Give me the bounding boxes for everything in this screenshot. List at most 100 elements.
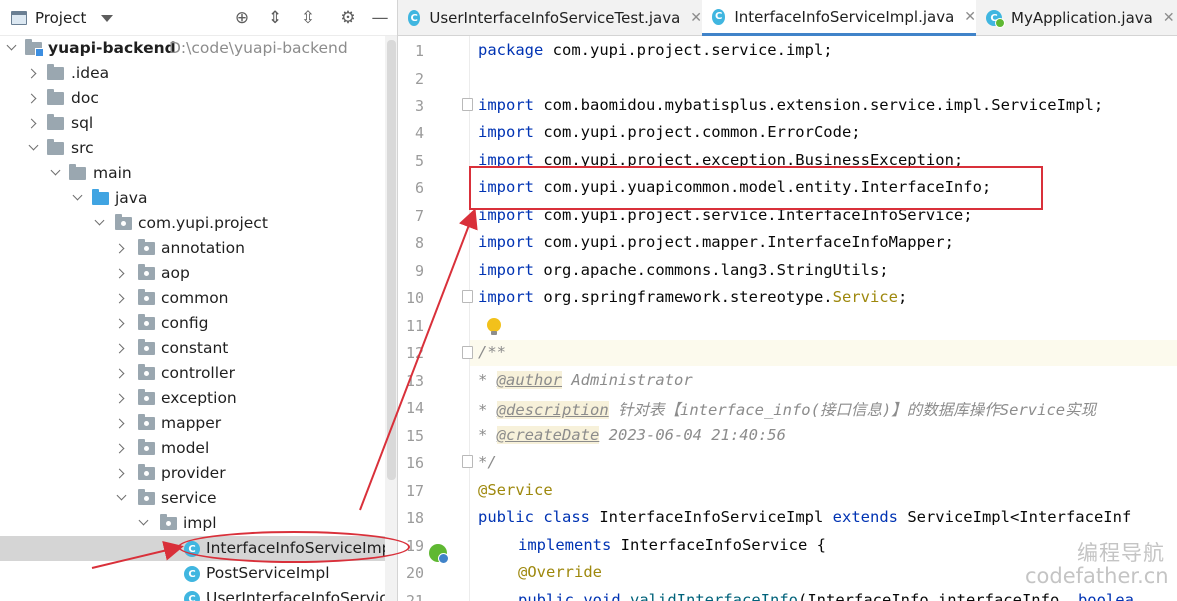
tree-item-label: .idea — [71, 64, 110, 82]
line-number: 6 — [414, 179, 424, 197]
tree-item-main[interactable]: main — [0, 161, 385, 186]
tree-scrollbar-thumb[interactable] — [387, 40, 396, 480]
fold-marker-icon[interactable] — [462, 455, 473, 468]
tree-item-annotation[interactable]: annotation — [0, 236, 385, 261]
locate-target-icon[interactable]: ⊕ — [231, 7, 253, 29]
tree-root-item[interactable]: yuapi-backend D:\code\yuapi-backend — [0, 36, 385, 61]
close-icon[interactable]: ✕ — [964, 9, 976, 25]
spring-bean-icon[interactable] — [429, 544, 449, 564]
tree-item-sql[interactable]: sql — [0, 111, 385, 136]
tree-item-label: config — [161, 314, 209, 332]
code-line-13: * @author Administrator — [478, 371, 693, 389]
tree-item-aop[interactable]: aop — [0, 261, 385, 286]
chevron-right-icon[interactable] — [115, 266, 129, 280]
tree-item-label: main — [93, 164, 132, 182]
tree-item-java[interactable]: java — [0, 186, 385, 211]
folder-icon — [47, 64, 64, 80]
line-number: 10 — [405, 289, 424, 307]
tree-item-exception[interactable]: exception — [0, 386, 385, 411]
editor-gutter[interactable]: 1 2 3 4 5 6 7 8 9 10 11 12 13 14 15 16 1… — [398, 36, 473, 601]
package-icon — [138, 489, 155, 505]
code-editor[interactable]: C UserInterfaceInfoServiceTest.java ✕ C … — [398, 0, 1177, 601]
line-number: 12 — [405, 344, 424, 362]
tree-item-service[interactable]: service — [0, 486, 385, 511]
chevron-right-icon[interactable] — [115, 391, 129, 405]
chevron-right-icon[interactable] — [27, 66, 41, 80]
tree-item-model[interactable]: model — [0, 436, 385, 461]
package-icon — [138, 439, 155, 455]
code-line-19: implements InterfaceInfoService { — [518, 536, 826, 554]
chevron-right-icon[interactable] — [115, 366, 129, 380]
tree-item-label: controller — [161, 364, 235, 382]
tree-item-doc[interactable]: doc — [0, 86, 385, 111]
tree-item-highlight-ellipse — [178, 531, 410, 563]
fold-marker-icon[interactable] — [462, 346, 473, 359]
line-number: 8 — [414, 234, 424, 252]
source-folder-icon — [92, 189, 109, 205]
chevron-down-icon[interactable] — [93, 216, 107, 230]
tree-item-controller[interactable]: controller — [0, 361, 385, 386]
tree-item-idea[interactable]: .idea — [0, 61, 385, 86]
code-line-12: /** — [478, 343, 506, 361]
line-number: 18 — [405, 509, 424, 527]
project-view-selector[interactable]: Project — [35, 9, 86, 27]
tab-userinterfaceinfoservicetest[interactable]: C UserInterfaceInfoServiceTest.java ✕ — [398, 0, 702, 36]
chevron-down-icon[interactable] — [27, 141, 41, 155]
tree-item-common[interactable]: common — [0, 286, 385, 311]
line-number: 14 — [405, 399, 424, 417]
close-icon[interactable]: ✕ — [690, 10, 702, 26]
tree-item-package-root[interactable]: com.yupi.project — [0, 211, 385, 236]
tree-item-config[interactable]: config — [0, 311, 385, 336]
chevron-right-icon[interactable] — [115, 316, 129, 330]
code-line-3: import com.baomidou.mybatisplus.extensio… — [478, 96, 1104, 114]
tree-item-label: provider — [161, 464, 226, 482]
chevron-down-icon[interactable] — [49, 166, 63, 180]
chevron-down-icon[interactable] — [137, 516, 151, 530]
collapse-all-icon[interactable]: ⇳ — [297, 7, 319, 29]
folder-icon — [47, 114, 64, 130]
tree-item-postserviceimpl[interactable]: C PostServiceImpl — [0, 561, 385, 586]
chevron-down-icon[interactable] — [5, 41, 19, 55]
expand-all-icon[interactable]: ⇕ — [264, 7, 286, 29]
chevron-right-icon[interactable] — [27, 91, 41, 105]
close-icon[interactable]: ✕ — [1163, 10, 1175, 26]
chevron-down-icon[interactable] — [115, 491, 129, 505]
chevron-right-icon[interactable] — [115, 466, 129, 480]
tree-item-mapper[interactable]: mapper — [0, 411, 385, 436]
tab-label: MyApplication.java — [1011, 9, 1153, 27]
chevron-right-icon[interactable] — [115, 291, 129, 305]
code-line-1: package com.yupi.project.service.impl; — [478, 41, 833, 59]
tree-item-label: exception — [161, 389, 237, 407]
spring-app-icon: C — [986, 10, 1005, 28]
java-class-icon: C — [184, 591, 200, 601]
editor-tab-bar: C UserInterfaceInfoServiceTest.java ✕ C … — [398, 0, 1177, 36]
tree-item-provider[interactable]: provider — [0, 461, 385, 486]
current-line-highlight — [470, 340, 1177, 366]
fold-marker-icon[interactable] — [462, 290, 473, 303]
project-tool-window: Project ⊕ ⇕ ⇳ ⚙ — yuapi-backend D:\code\… — [0, 0, 398, 601]
chevron-right-icon[interactable] — [27, 116, 41, 130]
chevron-right-icon[interactable] — [115, 241, 129, 255]
line-number: 20 — [405, 564, 424, 582]
code-line-21: public void validInterfaceInfo(Interface… — [518, 591, 1134, 601]
fold-marker-icon[interactable] — [462, 98, 473, 111]
tree-item-constant[interactable]: constant — [0, 336, 385, 361]
tree-item-label: src — [71, 139, 94, 157]
code-line-20: @Override — [518, 563, 602, 581]
intention-bulb-icon[interactable] — [487, 318, 501, 335]
tab-myapplication[interactable]: C MyApplication.java ✕ — [976, 0, 1177, 36]
chevron-right-icon[interactable] — [115, 441, 129, 455]
chevron-down-icon[interactable] — [101, 15, 113, 22]
gear-icon[interactable]: ⚙ — [337, 7, 359, 29]
tab-interfaceinfoserviceimpl[interactable]: C InterfaceInfoServiceImpl.java ✕ — [702, 0, 976, 36]
hide-panel-icon[interactable]: — — [369, 7, 391, 29]
chevron-right-icon[interactable] — [115, 416, 129, 430]
tree-item-label: constant — [161, 339, 229, 357]
tree-item-src[interactable]: src — [0, 136, 385, 161]
chevron-right-icon[interactable] — [115, 341, 129, 355]
chevron-down-icon[interactable] — [71, 191, 85, 205]
tree-item-userinterfaceinfoserviceimpl[interactable]: C UserInterfaceInfoServiceImpl — [0, 586, 397, 601]
java-class-icon: C — [184, 566, 200, 582]
code-line-14: * @description 针对表【interface_info(接口信息)】… — [478, 401, 1097, 419]
line-number: 21 — [405, 592, 424, 601]
